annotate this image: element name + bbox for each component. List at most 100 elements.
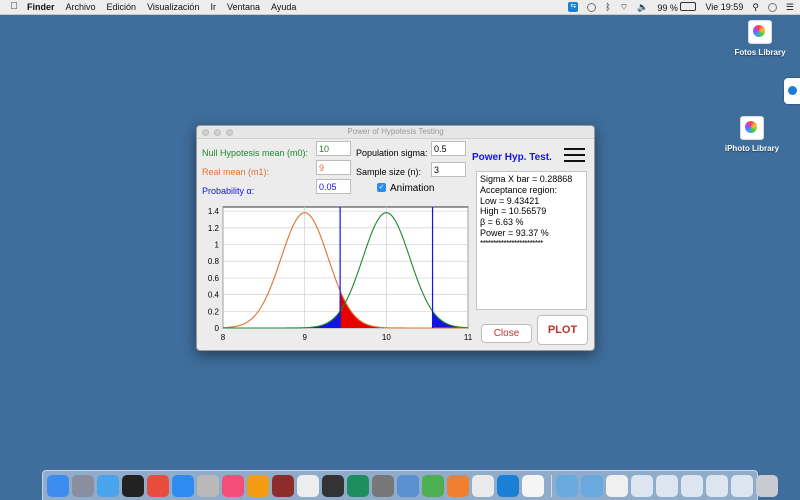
window-thumbnail-icon[interactable] bbox=[681, 474, 703, 497]
screenshot-stack-icon[interactable] bbox=[631, 474, 653, 497]
menu-edicion[interactable]: Edición bbox=[107, 0, 137, 14]
power-test-app-icon[interactable] bbox=[522, 474, 544, 497]
sample-size-input[interactable]: 3 bbox=[431, 162, 466, 177]
y-tick-label: 1.4 bbox=[208, 207, 220, 216]
menu-ir[interactable]: Ir bbox=[210, 0, 216, 14]
y-tick-label: 1.2 bbox=[208, 224, 220, 233]
preview-icon[interactable] bbox=[197, 474, 219, 497]
menu-archivo[interactable]: Archivo bbox=[66, 0, 96, 14]
applications-folder-icon[interactable] bbox=[556, 474, 578, 497]
desktop-icon-fotos-library[interactable]: Fotos Library bbox=[720, 20, 800, 57]
y-tick-label: 0.2 bbox=[208, 307, 220, 316]
window-title: Power of Hypotesis Testing bbox=[347, 127, 444, 136]
notification-center-icon[interactable]: ☰ bbox=[786, 2, 794, 13]
dashboard-icon[interactable] bbox=[122, 474, 144, 497]
window-titlebar: Power of Hypotesis Testing bbox=[197, 126, 594, 139]
battery-text: 99 % bbox=[657, 2, 678, 13]
dock bbox=[42, 470, 778, 500]
close-window-icon[interactable] bbox=[202, 129, 209, 136]
chart-area: 8 9 10 11 0 0.2 0.4 0.6 0.8 1 1.2 1.4 bbox=[200, 205, 473, 345]
clock[interactable]: Vie 19:59 bbox=[705, 2, 743, 12]
iphoto-library-icon bbox=[740, 116, 764, 140]
window-thumbnail-icon[interactable] bbox=[731, 474, 753, 497]
sample-size-label: Sample size (n): bbox=[356, 167, 422, 177]
finder-icon[interactable] bbox=[47, 474, 69, 497]
wifi-icon[interactable]: ⌔ bbox=[620, 2, 628, 13]
safari-icon[interactable] bbox=[172, 474, 194, 497]
menu-ayuda[interactable]: Ayuda bbox=[271, 0, 296, 14]
teamviewer-side-tab[interactable] bbox=[784, 78, 800, 104]
numbers-icon[interactable] bbox=[397, 474, 419, 497]
desktop-icon-label: iPhoto Library bbox=[724, 144, 780, 153]
real-mean-input[interactable]: 9 bbox=[316, 160, 351, 175]
result-line: Acceptance region: bbox=[480, 184, 558, 195]
volume-icon[interactable]: 🔈 bbox=[637, 2, 648, 13]
x-tick-label: 8 bbox=[221, 333, 226, 342]
desktop-icon-label: Fotos Library bbox=[734, 48, 786, 57]
result-line: ************************ bbox=[480, 238, 543, 248]
sigma-input[interactable]: 0.5 bbox=[431, 141, 466, 156]
chrome-icon[interactable] bbox=[147, 474, 169, 497]
photos-icon[interactable] bbox=[297, 474, 319, 497]
photo-booth-icon[interactable] bbox=[272, 474, 294, 497]
result-line: Sigma X bar = 0.28868 bbox=[480, 174, 573, 184]
menubar:  Finder Archivo Edición Visualización I… bbox=[0, 0, 800, 15]
alpha-input[interactable]: 0.05 bbox=[316, 179, 351, 194]
x-tick-label: 9 bbox=[302, 333, 307, 342]
time-machine-dock-icon[interactable] bbox=[347, 474, 369, 497]
close-button[interactable]: Close bbox=[481, 324, 532, 343]
battery-status[interactable]: 99 % bbox=[657, 1, 697, 13]
power-chart: 8 9 10 11 0 0.2 0.4 0.6 0.8 1 1.2 1.4 bbox=[208, 206, 473, 342]
y-tick-label: 0.6 bbox=[208, 274, 220, 283]
pages-icon[interactable] bbox=[447, 474, 469, 497]
apple-menu-icon[interactable]:  bbox=[9, 2, 19, 12]
textedit-icon[interactable] bbox=[472, 474, 494, 497]
downloads-stack-icon[interactable] bbox=[656, 474, 678, 497]
y-tick-label: 0.8 bbox=[208, 257, 220, 266]
photos-library-icon bbox=[748, 20, 772, 44]
x-tick-label: 10 bbox=[382, 333, 391, 342]
spotlight-icon[interactable]: ⚲ bbox=[752, 2, 759, 13]
animation-checkbox[interactable]: ✓ bbox=[377, 183, 386, 192]
real-mean-label: Real mean (m1): bbox=[202, 167, 270, 177]
system-preferences-icon[interactable] bbox=[372, 474, 394, 497]
aperture-icon[interactable] bbox=[322, 474, 344, 497]
window-thumbnail-icon[interactable] bbox=[706, 474, 728, 497]
document-stack-icon[interactable] bbox=[606, 474, 628, 497]
app-store-icon[interactable] bbox=[97, 474, 119, 497]
minimize-window-icon[interactable] bbox=[214, 129, 221, 136]
documents-folder-icon[interactable] bbox=[581, 474, 603, 497]
sigma-label: Population sigma: bbox=[356, 148, 428, 158]
x-tick-label: 11 bbox=[464, 333, 472, 342]
alpha-label: Probability α: bbox=[202, 186, 255, 196]
teamviewer-icon[interactable]: ⇆ bbox=[568, 2, 579, 12]
result-line: High = 10.56579 bbox=[480, 206, 547, 217]
menu-finder[interactable]: Finder bbox=[27, 0, 55, 14]
desktop-icon-iphoto-library[interactable]: iPhoto Library bbox=[712, 116, 792, 153]
itunes-icon[interactable] bbox=[222, 474, 244, 497]
animation-label: Animation bbox=[390, 183, 435, 194]
plot-button[interactable]: PLOT bbox=[537, 315, 588, 345]
bluetooth-icon[interactable]: ᛒ bbox=[605, 2, 610, 12]
ibooks-icon[interactable] bbox=[247, 474, 269, 497]
y-tick-label: 1 bbox=[215, 241, 220, 250]
null-mean-input[interactable]: 10 bbox=[316, 141, 351, 156]
siri-icon[interactable] bbox=[767, 2, 777, 12]
time-machine-icon[interactable] bbox=[587, 2, 597, 12]
battery-icon bbox=[680, 1, 697, 11]
zoom-window-icon[interactable] bbox=[226, 129, 233, 136]
result-line: β = 6.63 % bbox=[480, 217, 524, 228]
menu-ventana[interactable]: Ventana bbox=[227, 0, 260, 14]
menu-visualizacion[interactable]: Visualización bbox=[147, 0, 199, 14]
keynote-icon[interactable] bbox=[422, 474, 444, 497]
hamburger-menu-icon[interactable] bbox=[564, 148, 585, 162]
y-tick-label: 0.4 bbox=[208, 291, 220, 300]
result-line: Power = 93.37 % bbox=[480, 227, 549, 238]
launchpad-icon[interactable] bbox=[72, 474, 94, 497]
result-line: Low = 9.43421 bbox=[480, 195, 540, 206]
trash-icon[interactable] bbox=[756, 474, 778, 497]
y-tick-label: 0 bbox=[215, 324, 220, 333]
teamviewer-dock-icon[interactable] bbox=[497, 474, 519, 497]
power-heading: Power Hyp. Test. bbox=[472, 152, 552, 163]
results-panel: Sigma X bar = 0.28868 Acceptance region:… bbox=[476, 171, 587, 310]
